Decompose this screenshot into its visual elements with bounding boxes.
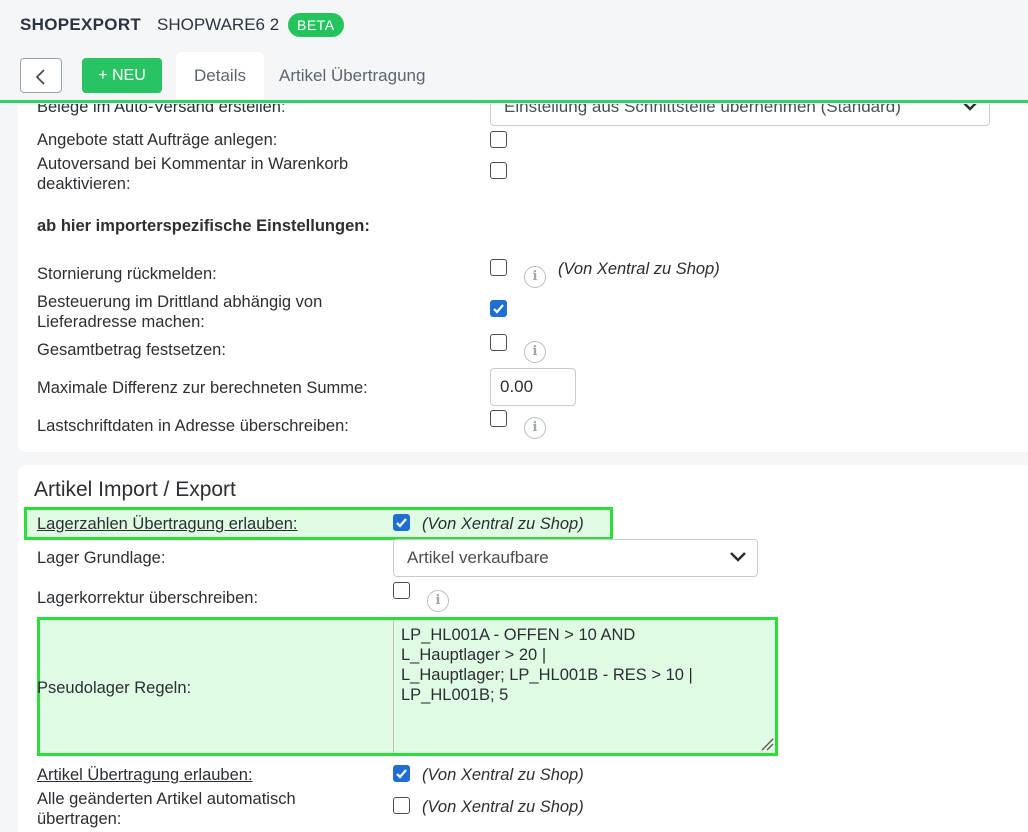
info-icon[interactable]: i xyxy=(427,590,449,612)
lastschrift-checkbox[interactable] xyxy=(490,410,507,427)
besteuerung-label-line2: Lieferadresse machen: xyxy=(37,313,205,331)
max-differenz-label: Maximale Differenz zur berechneten Summe… xyxy=(37,379,368,397)
stornierung-checkbox[interactable] xyxy=(490,259,507,276)
resize-grip-icon[interactable] xyxy=(760,737,774,751)
tab-details[interactable]: Details xyxy=(176,52,264,102)
gesamtbetrag-label: Gesamtbetrag festsetzen: xyxy=(37,341,226,359)
lagerkorrektur-label: Lagerkorrektur überschreiben: xyxy=(37,589,259,607)
header-divider xyxy=(0,100,1028,103)
autoversand-kommentar-checkbox[interactable] xyxy=(490,162,507,179)
alle-geaendert-label-line1: Alle geänderten Artikel automatisch xyxy=(37,790,296,808)
angebote-label: Angebote statt Aufträge anlegen: xyxy=(37,131,278,149)
info-icon[interactable]: i xyxy=(524,266,546,288)
lagerkorrektur-checkbox[interactable] xyxy=(393,582,410,599)
stornierung-hint: (Von Xentral zu Shop) xyxy=(558,260,720,278)
back-button[interactable] xyxy=(20,58,62,93)
lager-grundlage-select[interactable]: Artikel verkaufbare xyxy=(393,539,758,577)
lagerzahlen-checkbox[interactable] xyxy=(393,514,410,531)
artikel-uebertragung-checkbox[interactable] xyxy=(393,765,410,782)
info-icon[interactable]: i xyxy=(524,341,546,363)
new-button[interactable]: + NEU xyxy=(82,58,162,93)
lager-grundlage-label: Lager Grundlage: xyxy=(37,549,166,567)
alle-geaendert-label-line2: übertragen: xyxy=(37,810,122,828)
lagerzahlen-hint: (Von Xentral zu Shop) xyxy=(422,515,584,533)
section-title: Artikel Import / Export xyxy=(34,478,236,501)
check-icon xyxy=(396,769,407,779)
besteuerung-checkbox[interactable] xyxy=(490,300,507,317)
check-icon xyxy=(493,304,504,314)
artikel-uebertragung-hint: (Von Xentral zu Shop) xyxy=(422,766,584,784)
alle-geaendert-checkbox[interactable] xyxy=(393,797,410,814)
check-icon xyxy=(396,518,407,528)
angebote-checkbox[interactable] xyxy=(490,131,507,148)
alle-geaendert-label: Alle geänderten Artikel automatisch über… xyxy=(37,789,296,829)
lager-grundlage-value: Artikel verkaufbare xyxy=(407,548,549,567)
gesamtbetrag-checkbox[interactable] xyxy=(490,334,507,351)
beta-badge: BETA xyxy=(288,13,344,37)
tab-artikel-uebertragung[interactable]: Artikel Übertragung xyxy=(279,52,425,102)
pseudolager-label: Pseudolager Regeln: xyxy=(37,679,192,697)
header-bar: SHOPEXPORT SHOPWARE6 2 BETA + NEU Detail… xyxy=(0,0,1028,104)
besteuerung-label-line1: Besteuerung im Drittland abhängig von xyxy=(37,293,323,311)
max-differenz-input[interactable]: 0.00 xyxy=(490,368,576,406)
info-icon[interactable]: i xyxy=(524,417,546,439)
brand-title: SHOPEXPORT xyxy=(20,15,142,34)
importer-heading: ab hier importerspezifische Einstellunge… xyxy=(37,217,370,235)
chevron-down-icon xyxy=(730,552,746,562)
alle-geaendert-hint: (Von Xentral zu Shop) xyxy=(422,798,584,816)
lastschrift-label: Lastschriftdaten in Adresse überschreibe… xyxy=(37,417,349,435)
chevron-left-icon xyxy=(35,69,45,85)
module-title: SHOPWARE6 2 xyxy=(157,15,280,34)
artikel-uebertragung-label: Artikel Übertragung erlauben: xyxy=(37,766,253,784)
autoversand-kommentar-label-line1: Autoversand bei Kommentar in Warenkorb xyxy=(37,155,349,173)
besteuerung-label: Besteuerung im Drittland abhängig von Li… xyxy=(37,292,322,332)
lagerzahlen-label: Lagerzahlen Übertragung erlauben: xyxy=(37,515,298,533)
autoversand-kommentar-label-line2: deaktivieren: xyxy=(37,175,131,193)
pseudolager-textarea[interactable]: LP_HL001A - OFFEN > 10 AND L_Hauptlager … xyxy=(393,620,775,753)
stornierung-label: Stornierung rückmelden: xyxy=(37,265,217,283)
autoversand-kommentar-label: Autoversand bei Kommentar in Warenkorb d… xyxy=(37,154,348,194)
